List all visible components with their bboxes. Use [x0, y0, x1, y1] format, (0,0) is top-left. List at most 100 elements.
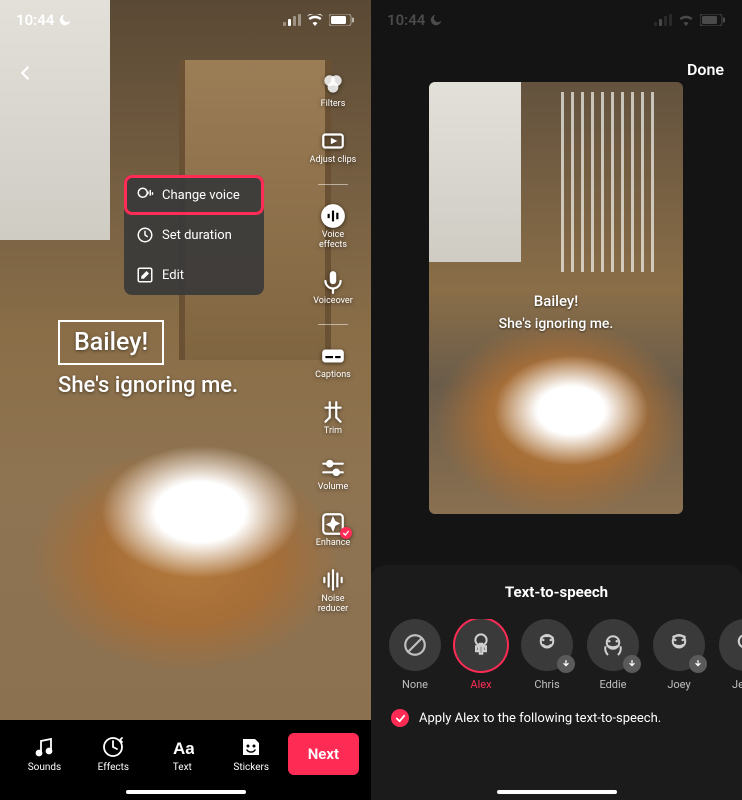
- battery-icon: [329, 14, 355, 26]
- tts-title: Text-to-speech: [371, 583, 742, 601]
- next-button[interactable]: Next: [288, 733, 359, 775]
- menu-label: Change voice: [162, 188, 240, 203]
- apply-row[interactable]: Apply Alex to the following text-to-spee…: [371, 691, 742, 727]
- voice-joey[interactable]: Joey: [653, 619, 705, 691]
- caption-line: She's ignoring me.: [58, 373, 238, 398]
- download-badge: [557, 655, 575, 673]
- check-icon: [395, 713, 406, 724]
- tool-separator: [318, 184, 348, 185]
- caption-selected[interactable]: Bailey!: [58, 320, 164, 365]
- bottom-effects[interactable]: Effects: [81, 735, 146, 773]
- tool-trim[interactable]: Trim: [320, 399, 346, 437]
- tool-captions[interactable]: Captions: [315, 343, 351, 381]
- signal-icon: [654, 14, 672, 26]
- wifi-icon: [307, 14, 323, 26]
- voice-label: Chris: [534, 678, 559, 691]
- voice-label: None: [402, 678, 428, 691]
- voice-icon: [136, 186, 154, 204]
- mic-icon: [320, 269, 346, 295]
- bottom-label: Sounds: [28, 762, 61, 773]
- done-label: Done: [687, 60, 724, 79]
- menu-label: Edit: [162, 268, 184, 283]
- voice-eddie[interactable]: Eddie: [587, 619, 639, 691]
- signal-icon: [283, 14, 301, 26]
- bottom-text[interactable]: Aa Text: [150, 735, 215, 773]
- menu-edit[interactable]: Edit: [124, 255, 264, 295]
- svg-text:Aa: Aa: [173, 739, 194, 758]
- status-time: 10:44: [387, 11, 425, 29]
- caption-overlay[interactable]: Bailey! She's ignoring me.: [58, 320, 238, 398]
- video-preview: Bailey! She's ignoring me.: [429, 82, 683, 514]
- menu-change-voice[interactable]: Change voice: [124, 175, 264, 215]
- home-indicator[interactable]: [126, 790, 246, 794]
- status-time: 10:44: [16, 11, 54, 29]
- voice-avatar-icon: [532, 630, 562, 660]
- tool-label: Enhance: [316, 539, 350, 549]
- bottom-label: Effects: [98, 762, 129, 773]
- volume-icon: [320, 455, 346, 481]
- sounds-icon: [32, 735, 56, 759]
- bottom-label: Stickers: [233, 762, 269, 773]
- voice-label: Eddie: [599, 678, 626, 691]
- status-bar: 10:44: [371, 0, 742, 40]
- download-badge: [689, 655, 707, 673]
- side-toolbar: Filters Adjust clips Voice effects Voice…: [303, 72, 363, 615]
- text-icon: Aa: [170, 735, 194, 759]
- voice-none[interactable]: None: [389, 619, 441, 691]
- back-button[interactable]: [14, 62, 36, 88]
- none-icon: [402, 632, 428, 658]
- bottom-sounds[interactable]: Sounds: [12, 735, 77, 773]
- voice-effects-icon: [320, 203, 346, 229]
- battery-icon: [700, 14, 726, 26]
- adjust-clips-icon: [320, 128, 346, 154]
- done-button[interactable]: Done: [687, 60, 724, 79]
- voice-chris[interactable]: Chris: [521, 619, 573, 691]
- edit-icon: [136, 266, 154, 284]
- apply-checkbox[interactable]: [391, 709, 409, 727]
- next-label: Next: [308, 745, 339, 763]
- menu-label: Set duration: [162, 228, 232, 243]
- moon-icon: [429, 13, 443, 27]
- bottom-label: Text: [173, 762, 192, 773]
- caption-line: She's ignoring me.: [429, 316, 683, 332]
- tool-noise-reducer[interactable]: Noise reducer: [318, 567, 348, 615]
- tool-label: Adjust clips: [310, 156, 357, 166]
- tool-enhance[interactable]: Enhance: [316, 511, 350, 549]
- trim-icon: [320, 399, 346, 425]
- status-bar: 10:44: [0, 0, 371, 40]
- tool-label: Filters: [321, 100, 346, 110]
- filters-icon: [320, 72, 346, 98]
- menu-set-duration[interactable]: Set duration: [124, 215, 264, 255]
- tool-label: Voice effects: [319, 231, 347, 251]
- captions-icon: [320, 343, 346, 369]
- preview-caption: Bailey! She's ignoring me.: [429, 292, 683, 332]
- voice-alex[interactable]: Alex: [455, 619, 507, 691]
- tool-adjust-clips[interactable]: Adjust clips: [310, 128, 357, 166]
- tool-label: Trim: [324, 427, 342, 437]
- wifi-icon: [678, 14, 694, 26]
- tool-filters[interactable]: Filters: [320, 72, 346, 110]
- voice-avatar-icon: [466, 630, 496, 660]
- voice-label: Alex: [470, 678, 491, 691]
- voice-avatar-icon: [598, 630, 628, 660]
- moon-icon: [58, 13, 72, 27]
- voice-label: Joey: [667, 678, 690, 691]
- bottom-stickers[interactable]: Stickers: [219, 735, 284, 773]
- tool-label: Noise reducer: [318, 595, 348, 615]
- tool-voiceover[interactable]: Voiceover: [313, 269, 353, 307]
- home-indicator[interactable]: [497, 790, 617, 794]
- tts-panel: Text-to-speech None Alex Chris: [371, 565, 742, 800]
- text-context-menu: Change voice Set duration Edit: [124, 175, 264, 295]
- tool-label: Captions: [315, 371, 351, 381]
- voice-jessica[interactable]: Jessi: [719, 619, 742, 691]
- voice-avatar-icon: [664, 630, 694, 660]
- clock-icon: [136, 226, 154, 244]
- effects-icon: [101, 735, 125, 759]
- noise-reducer-icon: [320, 567, 346, 593]
- voice-avatar-icon: [730, 630, 742, 660]
- voice-row[interactable]: None Alex Chris Eddie: [371, 619, 742, 691]
- editor-screen: 10:44 Change voice Set duration Edit Bai…: [0, 0, 371, 800]
- tool-voice-effects[interactable]: Voice effects: [319, 203, 347, 251]
- tool-volume[interactable]: Volume: [318, 455, 348, 493]
- apply-label: Apply Alex to the following text-to-spee…: [419, 711, 661, 726]
